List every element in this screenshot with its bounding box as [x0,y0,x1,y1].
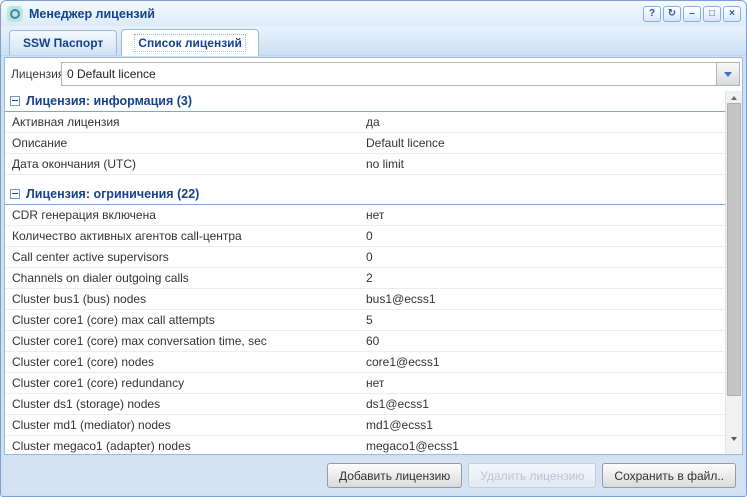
property-value: ds1@ecss1 [366,397,725,411]
property-label: Дата окончания (UTC) [5,157,366,171]
refresh-button[interactable]: ↻ [663,6,681,22]
refresh-icon: ↻ [668,9,676,19]
save-to-file-button[interactable]: Сохранить в файл.. [602,463,736,488]
help-icon: ? [649,9,655,19]
scroll-down-button[interactable] [726,432,742,446]
help-button[interactable]: ? [643,6,661,22]
property-row[interactable]: Call center active supervisors0 [5,247,725,268]
property-label: Описание [5,136,366,150]
section-title: Лицензия: информация (3) [26,94,192,108]
property-value: нет [366,376,725,390]
property-row[interactable]: Cluster md1 (mediator) nodesmd1@ecss1 [5,415,725,436]
property-label: Cluster bus1 (bus) nodes [5,292,366,306]
vertical-scrollbar[interactable] [725,91,742,454]
license-combobox-trigger[interactable] [716,63,739,85]
property-row[interactable]: Cluster core1 (core) redundancyнет [5,373,725,394]
property-row[interactable]: ОписаниеDefault licence [5,133,725,154]
section-gap [5,175,725,184]
property-value: 0 [366,250,725,264]
chevron-down-icon [724,72,732,77]
property-value: md1@ecss1 [366,418,725,432]
add-license-button[interactable]: Добавить лицензию [327,463,462,488]
footer-toolbar: Добавить лицензиюУдалить лицензиюСохрани… [4,457,743,494]
window-titlebar[interactable]: Менеджер лицензий ? ↻ – □ × [1,1,746,26]
arrow-up-icon [731,96,737,100]
property-row[interactable]: Cluster core1 (core) nodescore1@ecss1 [5,352,725,373]
license-combobox[interactable]: 0 Default licence [61,62,740,86]
property-value: 0 [366,229,725,243]
license-selector-label: Лицензия: [11,67,61,81]
property-grid: Лицензия: информация (3) Активная лицензи… [5,91,725,454]
section-title: Лицензия: огриничения (22) [26,187,199,201]
collapse-icon[interactable] [10,96,20,106]
property-row[interactable]: Cluster bus1 (bus) nodesbus1@ecss1 [5,289,725,310]
license-manager-icon [7,6,23,22]
tab-strip: SSW Паспорт Список лицензий [1,26,746,56]
property-value: 2 [366,271,725,285]
property-row[interactable]: Дата окончания (UTC)no limit [5,154,725,175]
tab-label: SSW Паспорт [23,36,103,50]
license-panel: Лицензия: 0 Default licence Лицензия: ин… [4,57,743,455]
property-row[interactable]: Количество активных агентов call-центра0 [5,226,725,247]
close-icon: × [729,9,735,19]
close-button[interactable]: × [723,6,741,22]
property-label: Cluster core1 (core) max call attempts [5,313,366,327]
license-selector-row: Лицензия: 0 Default licence [5,58,742,90]
property-label: Cluster core1 (core) redundancy [5,376,366,390]
property-label: Cluster core1 (core) max conversation ti… [5,334,366,348]
window-controls: ? ↻ – □ × [643,6,741,22]
property-value: 5 [366,313,725,327]
tab-label: Список лицензий [135,35,245,51]
window-title: Менеджер лицензий [29,7,155,21]
property-value: bus1@ecss1 [366,292,725,306]
property-value: megaco1@ecss1 [366,439,725,453]
tab-license-list[interactable]: Список лицензий [121,29,259,56]
tab-ssw-passport[interactable]: SSW Паспорт [9,30,117,55]
property-value: нет [366,208,725,222]
section-header[interactable]: Лицензия: информация (3) [5,91,725,112]
delete-license-button[interactable]: Удалить лицензию [468,463,596,488]
property-label: CDR генерация включена [5,208,366,222]
property-label: Cluster md1 (mediator) nodes [5,418,366,432]
property-value: no limit [366,157,725,171]
maximize-button[interactable]: □ [703,6,721,22]
scrollbar-thumb[interactable] [727,103,741,396]
property-label: Cluster ds1 (storage) nodes [5,397,366,411]
collapse-icon[interactable] [10,189,20,199]
property-label: Call center active supervisors [5,250,366,264]
arrow-down-icon [731,437,737,441]
property-row[interactable]: Cluster ds1 (storage) nodesds1@ecss1 [5,394,725,415]
minimize-button[interactable]: – [683,6,701,22]
property-value: Default licence [366,136,725,150]
property-grid-area: Лицензия: информация (3) Активная лицензи… [5,91,742,454]
property-label: Cluster megaco1 (adapter) nodes [5,439,366,453]
property-label: Cluster core1 (core) nodes [5,355,366,369]
license-manager-window: Менеджер лицензий ? ↻ – □ × SSW Паспорт Списо… [0,0,747,497]
minimize-icon: – [689,9,695,19]
section-header[interactable]: Лицензия: огриничения (22) [5,184,725,205]
property-row[interactable]: Активная лицензияда [5,112,725,133]
property-label: Channels on dialer outgoing calls [5,271,366,285]
property-row[interactable]: CDR генерация включенанет [5,205,725,226]
property-value: core1@ecss1 [366,355,725,369]
property-label: Активная лицензия [5,115,366,129]
property-value: да [366,115,725,129]
maximize-icon: □ [709,9,715,19]
property-row[interactable]: Cluster core1 (core) max conversation ti… [5,331,725,352]
property-value: 60 [366,334,725,348]
license-combobox-value: 0 Default licence [67,67,156,81]
property-row[interactable]: Cluster megaco1 (adapter) nodesmegaco1@e… [5,436,725,454]
property-row[interactable]: Channels on dialer outgoing calls2 [5,268,725,289]
property-label: Количество активных агентов call-центра [5,229,366,243]
property-row[interactable]: Cluster core1 (core) max call attempts5 [5,310,725,331]
